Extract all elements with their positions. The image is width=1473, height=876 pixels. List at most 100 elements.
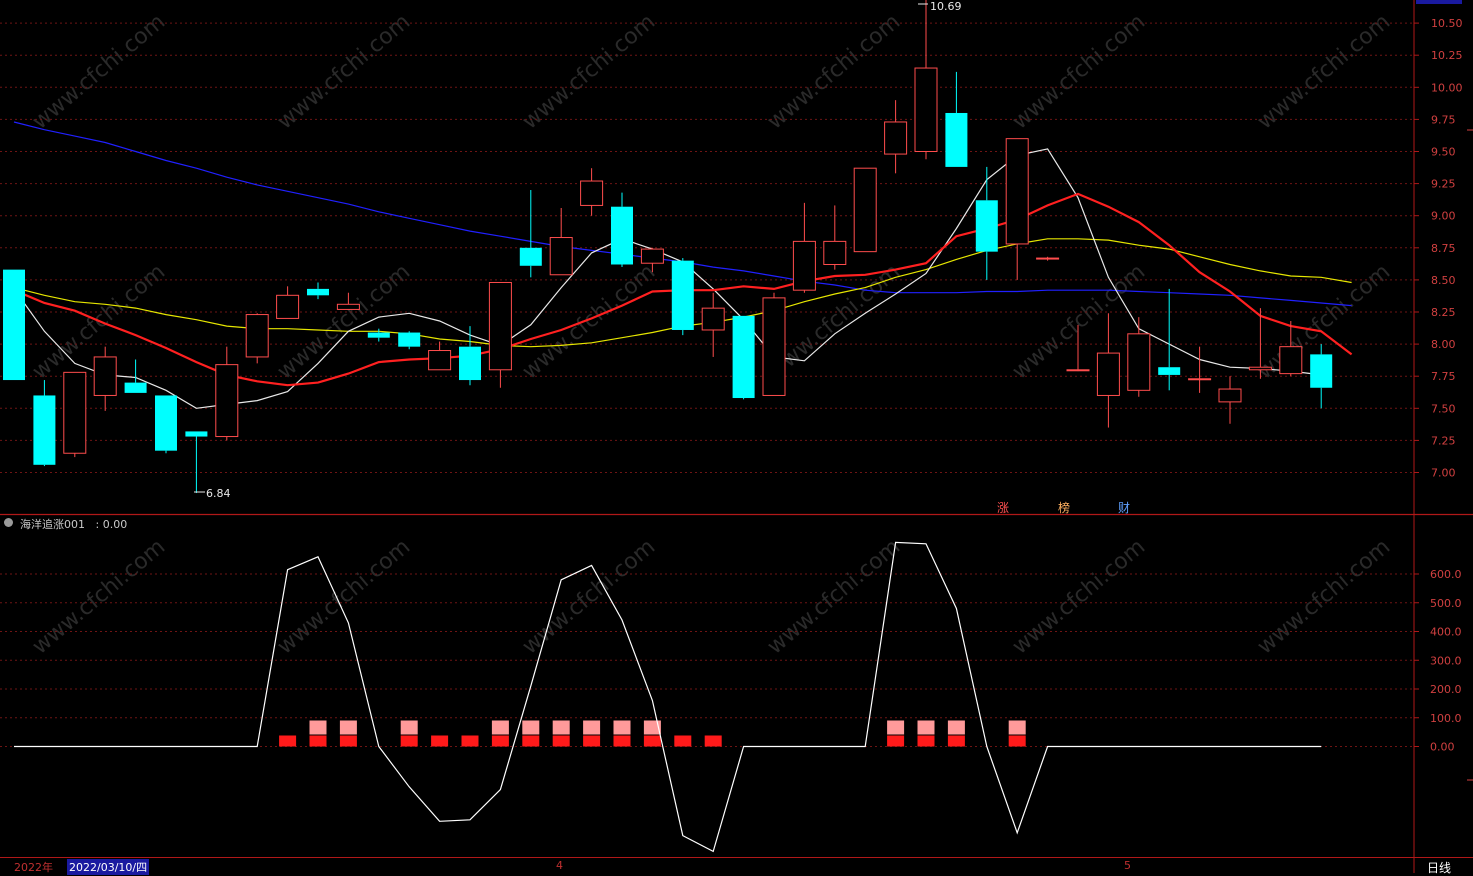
indicator-title[interactable]: 海洋追涨001 : 0.00: [20, 516, 127, 532]
price-tick-label: 10.25: [1431, 49, 1463, 62]
candle-down: [732, 315, 755, 400]
price-tick-label: 10.50: [1431, 17, 1463, 30]
candle-body: [93, 356, 117, 396]
candle-up: [914, 0, 938, 160]
signal-block-dark: [522, 735, 540, 747]
candle-body: [914, 67, 938, 152]
candle-body: [1310, 354, 1333, 388]
candle-body: [945, 112, 968, 167]
candle-body: [611, 206, 633, 265]
signal-block-dark: [917, 735, 935, 747]
candle-body: [701, 307, 725, 331]
indicator-name: 海洋追涨001: [20, 518, 85, 531]
candle-up: [276, 286, 300, 319]
date-axis-month-apr: 4: [556, 859, 563, 872]
candle-body: [63, 371, 87, 454]
collapse-indicator-icon[interactable]: [4, 518, 13, 527]
signal-block-light: [1008, 720, 1026, 735]
candle-body: [884, 121, 908, 155]
candle-body: [792, 240, 816, 291]
price-tick-label: 8.00: [1431, 338, 1456, 351]
watermark-text: www.cfchi.com: [273, 534, 415, 659]
indicator-tick-label: 100.0: [1430, 712, 1462, 725]
watermark-text: www.cfchi.com: [273, 259, 415, 384]
signal-block-dark: [583, 735, 601, 747]
signal-block-dark: [674, 735, 692, 747]
candle-body: [124, 382, 147, 393]
watermark-layer: www.cfchi.com www.cfchi.com www.cfchi.com w…: [28, 9, 1395, 659]
candle-up: [1005, 138, 1029, 280]
candle-up: [1188, 346, 1212, 393]
signal-block-light: [917, 720, 935, 735]
price-tick-label: 7.25: [1431, 434, 1456, 447]
candle-body: [640, 248, 664, 264]
watermark-text: www.cfchi.com: [28, 534, 170, 659]
watermark-text: www.cfchi.com: [1253, 9, 1395, 134]
candle-down: [1310, 344, 1333, 409]
watermark-text: www.cfchi.com: [763, 534, 905, 659]
candle-body: [671, 260, 694, 330]
candle-down: [398, 331, 421, 350]
candle-up: [823, 205, 847, 270]
price-tick-label: 9.00: [1431, 210, 1456, 223]
candle-body: [245, 314, 269, 358]
candle-up: [853, 167, 877, 253]
indicator-tick-label: 300.0: [1430, 654, 1462, 667]
candle-up: [792, 202, 816, 293]
candle-up: [884, 100, 908, 174]
signal-block-light: [400, 720, 418, 735]
price-tick-label: 9.75: [1431, 113, 1456, 126]
watermark-text: www.cfchi.com: [518, 534, 660, 659]
candle-up: [549, 207, 573, 276]
candle-body: [1096, 352, 1120, 396]
candle-body: [1066, 369, 1090, 372]
period-selector[interactable]: 日线: [1427, 859, 1451, 876]
candle-body: [488, 281, 512, 371]
candle-up: [701, 292, 725, 357]
signal-block-dark: [947, 735, 965, 747]
signal-block-light: [552, 720, 570, 735]
candle-body: [549, 237, 573, 276]
marker-bang[interactable]: 榜: [1058, 499, 1070, 516]
candle-body: [398, 332, 421, 347]
candle-body: [307, 288, 329, 296]
signal-block-dark: [704, 735, 722, 747]
signal-block-light: [309, 720, 327, 735]
signal-block-dark: [309, 735, 327, 747]
candle-body: [762, 297, 786, 396]
signal-block-light: [947, 720, 965, 735]
price-tick-label: 9.50: [1431, 146, 1456, 159]
candle-body: [1188, 378, 1212, 381]
marker-cai[interactable]: 财: [1118, 499, 1130, 516]
candle-body: [732, 315, 755, 399]
watermark-text: www.cfchi.com: [518, 9, 660, 134]
low-price-label: 6.84: [206, 487, 231, 500]
candle-up: [245, 313, 269, 364]
signal-block-light: [491, 720, 509, 735]
price-tick-label: 7.00: [1431, 467, 1456, 480]
indicator-tick-label: 400.0: [1430, 626, 1462, 639]
watermark-text: www.cfchi.com: [1008, 9, 1150, 134]
price-tick-label: 8.75: [1431, 242, 1456, 255]
candle-body: [276, 294, 300, 319]
signal-block-dark: [431, 735, 449, 747]
indicator-signal-blocks: [279, 720, 1026, 747]
candle-body: [459, 346, 481, 381]
signal-block-dark: [491, 735, 509, 747]
candle-body: [367, 332, 390, 338]
top-price-box: [1416, 0, 1462, 4]
candle-up: [215, 346, 239, 441]
watermark-text: www.cfchi.com: [1253, 534, 1395, 659]
candle-body: [428, 350, 452, 371]
date-axis-month-may: 5: [1124, 859, 1131, 872]
signal-block-light: [339, 720, 357, 735]
marker-zhang[interactable]: 涨: [997, 499, 1009, 516]
watermark-text: www.cfchi.com: [518, 259, 660, 384]
watermark-text: www.cfchi.com: [1008, 534, 1150, 659]
indicator-line: [14, 541, 1322, 853]
indicator-tick-label: 0.00: [1430, 741, 1455, 754]
candle-up: [1218, 376, 1242, 424]
price-tick-label: 8.50: [1431, 274, 1456, 287]
candle-body: [1036, 257, 1060, 260]
candle-down: [611, 192, 633, 268]
